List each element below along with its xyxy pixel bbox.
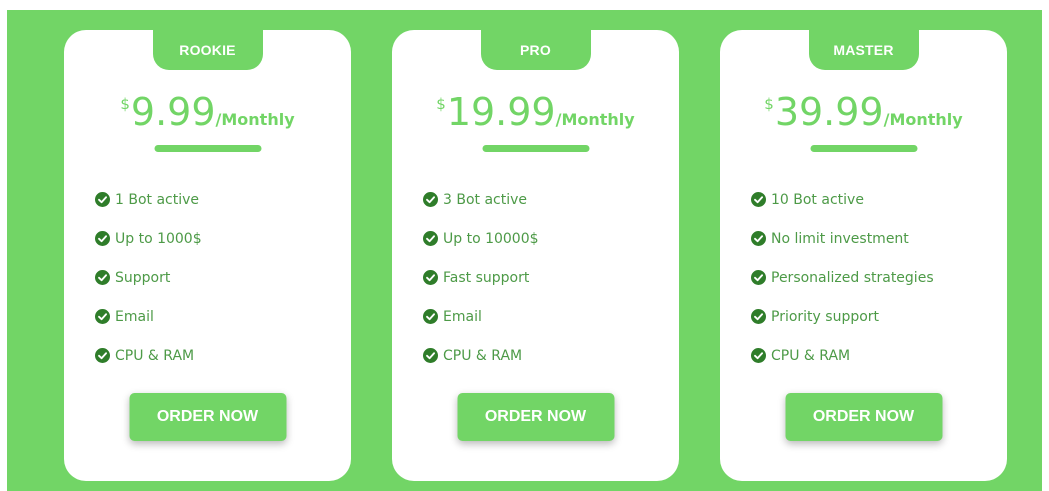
- check-circle-icon: [95, 309, 110, 324]
- feature-item: Up to 10000$: [423, 219, 539, 258]
- feature-item: Priority support: [751, 297, 934, 336]
- order-now-button[interactable]: ORDER NOW: [457, 393, 614, 441]
- feature-label: Support: [115, 269, 171, 286]
- price-divider: [482, 145, 589, 152]
- feature-label: Up to 10000$: [443, 230, 539, 247]
- feature-item: CPU & RAM: [423, 336, 539, 375]
- feature-item: Personalized strategies: [751, 258, 934, 297]
- pricing-card-rookie: ROOKIE $9.99/Monthly 1 Bot active Up to …: [64, 30, 351, 481]
- pricing-card-pro: PRO $19.99/Monthly 3 Bot active Up to 10…: [392, 30, 679, 481]
- feature-label: 10 Bot active: [771, 191, 864, 208]
- check-circle-icon: [423, 231, 438, 246]
- feature-label: CPU & RAM: [115, 347, 195, 364]
- plan-price: $9.99/Monthly: [64, 90, 351, 134]
- feature-list: 10 Bot active No limit investment Person…: [751, 180, 934, 375]
- feature-item: No limit investment: [751, 219, 934, 258]
- feature-label: CPU & RAM: [443, 347, 523, 364]
- feature-label: Email: [115, 308, 154, 325]
- plan-price: $19.99/Monthly: [392, 90, 679, 134]
- plan-price: $39.99/Monthly: [720, 90, 1007, 134]
- price-divider: [154, 145, 261, 152]
- feature-label: Email: [443, 308, 482, 325]
- check-circle-icon: [95, 270, 110, 285]
- check-circle-icon: [751, 231, 766, 246]
- price-amount: 9.99: [130, 90, 216, 134]
- check-circle-icon: [423, 348, 438, 363]
- feature-label: 1 Bot active: [115, 191, 200, 208]
- order-now-button[interactable]: ORDER NOW: [129, 393, 286, 441]
- feature-item: CPU & RAM: [95, 336, 202, 375]
- pricing-card-master: MASTER $39.99/Monthly 10 Bot active No l…: [720, 30, 1007, 481]
- feature-label: No limit investment: [771, 230, 909, 247]
- feature-item: 3 Bot active: [423, 180, 539, 219]
- check-circle-icon: [95, 192, 110, 207]
- feature-list: 3 Bot active Up to 10000$ Fast support E…: [423, 180, 539, 375]
- feature-list: 1 Bot active Up to 1000$ Support Email C…: [95, 180, 202, 375]
- feature-label: Fast support: [443, 269, 530, 286]
- price-amount: 39.99: [774, 90, 884, 134]
- feature-label: Personalized strategies: [771, 269, 934, 286]
- feature-label: CPU & RAM: [771, 347, 851, 364]
- price-amount: 19.99: [446, 90, 556, 134]
- check-circle-icon: [95, 348, 110, 363]
- check-circle-icon: [751, 192, 766, 207]
- feature-label: 3 Bot active: [443, 191, 528, 208]
- price-divider: [810, 145, 917, 152]
- pricing-section: ROOKIE $9.99/Monthly 1 Bot active Up to …: [7, 10, 1042, 491]
- feature-label: Up to 1000$: [115, 230, 202, 247]
- price-period: /Monthly: [215, 110, 295, 129]
- plan-badge: PRO: [480, 30, 591, 70]
- check-circle-icon: [751, 348, 766, 363]
- feature-item: Email: [95, 297, 202, 336]
- plan-badge: MASTER: [808, 30, 919, 70]
- check-circle-icon: [751, 309, 766, 324]
- check-circle-icon: [751, 270, 766, 285]
- check-circle-icon: [423, 270, 438, 285]
- feature-item: Support: [95, 258, 202, 297]
- feature-label: Priority support: [771, 308, 880, 325]
- feature-item: Email: [423, 297, 539, 336]
- order-now-button[interactable]: ORDER NOW: [785, 393, 942, 441]
- price-currency: $: [764, 95, 774, 113]
- feature-item: Up to 1000$: [95, 219, 202, 258]
- feature-item: CPU & RAM: [751, 336, 934, 375]
- plan-badge: ROOKIE: [152, 30, 263, 70]
- feature-item: 10 Bot active: [751, 180, 934, 219]
- check-circle-icon: [423, 192, 438, 207]
- price-currency: $: [436, 95, 446, 113]
- price-currency: $: [120, 95, 130, 113]
- feature-item: 1 Bot active: [95, 180, 202, 219]
- feature-item: Fast support: [423, 258, 539, 297]
- price-period: /Monthly: [883, 110, 963, 129]
- check-circle-icon: [423, 309, 438, 324]
- check-circle-icon: [95, 231, 110, 246]
- price-period: /Monthly: [555, 110, 635, 129]
